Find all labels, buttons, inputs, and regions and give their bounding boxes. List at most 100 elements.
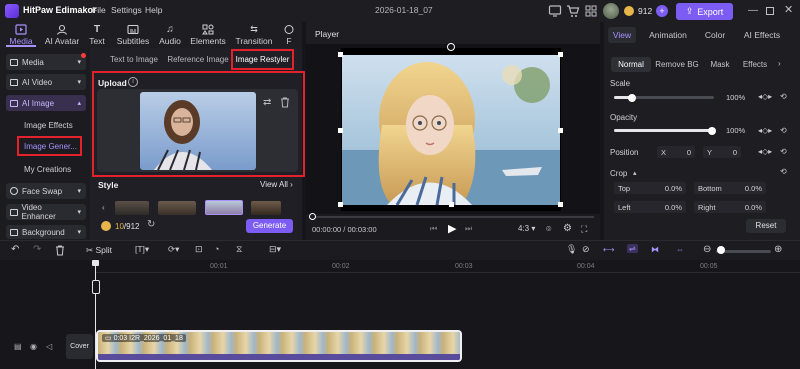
tab-image-restyler[interactable]: Image Restyler bbox=[231, 49, 294, 70]
crop-tool-icon[interactable]: ⟳▾ bbox=[168, 244, 179, 255]
subtab-remove-bg[interactable]: Remove BG bbox=[653, 57, 701, 72]
sidebar-sub-image-effects[interactable]: Image Effects bbox=[24, 121, 73, 130]
reset-button[interactable]: Reset bbox=[746, 219, 786, 233]
menu-file[interactable]: File bbox=[92, 5, 106, 15]
add-credits-button[interactable]: + bbox=[656, 5, 668, 17]
redo-icon[interactable]: ↷ bbox=[33, 244, 41, 255]
style-next-icon[interactable]: ‹ bbox=[102, 203, 105, 212]
record-icon[interactable]: ⊟▾ bbox=[269, 244, 281, 255]
cover-button[interactable]: Cover bbox=[66, 334, 93, 359]
resize-handle-top[interactable] bbox=[447, 43, 455, 51]
opacity-slider[interactable] bbox=[614, 129, 714, 132]
cart-icon[interactable] bbox=[566, 4, 580, 18]
tab-view[interactable]: View bbox=[608, 27, 636, 43]
link-icon[interactable]: ⊘ bbox=[582, 244, 590, 255]
view-all-link[interactable]: View All › bbox=[260, 180, 293, 189]
speed-icon[interactable]: ◔ bbox=[214, 244, 219, 254]
style-thumb[interactable] bbox=[251, 201, 281, 215]
keyframe-add-icon[interactable]: ◂◇▸ bbox=[758, 126, 772, 135]
tab-reference-image[interactable]: Reference Image bbox=[166, 51, 230, 68]
trash-icon[interactable] bbox=[280, 97, 290, 108]
opacity-slider-knob[interactable] bbox=[708, 127, 716, 135]
play-icon[interactable]: ▶ bbox=[448, 222, 456, 235]
resize-handle-bottom-left[interactable] bbox=[338, 202, 343, 207]
magnet-icon[interactable]: ⧓ bbox=[651, 245, 659, 254]
fit-icon[interactable]: ⇔ bbox=[676, 245, 684, 254]
grid-icon[interactable] bbox=[584, 4, 598, 18]
subtab-mask[interactable]: Mask bbox=[705, 57, 735, 72]
zoom-out-icon[interactable]: ⊖ bbox=[703, 244, 711, 255]
crop-bottom-field[interactable]: Bottom 0.0% bbox=[694, 182, 766, 194]
sidebar-sub-my-creations[interactable]: My Creations bbox=[24, 165, 71, 174]
rotate-icon[interactable]: ⊡ bbox=[195, 244, 203, 255]
snap-icon[interactable]: ⟷ bbox=[603, 245, 614, 254]
keyframe-add-icon[interactable]: ◂◇▸ bbox=[758, 147, 772, 156]
resize-handle-right[interactable] bbox=[558, 128, 563, 133]
style-thumb-selected[interactable] bbox=[205, 200, 243, 215]
playhead-handle[interactable] bbox=[92, 260, 99, 266]
aspect-ratio-select[interactable]: 4:3 ▾ bbox=[518, 224, 535, 233]
zoom-slider-knob[interactable] bbox=[717, 246, 725, 254]
playhead[interactable] bbox=[95, 260, 96, 369]
next-frame-icon[interactable]: ⏭ bbox=[465, 224, 472, 234]
fullscreen-icon[interactable]: ⛶ bbox=[581, 224, 587, 235]
resize-handle-bottom[interactable] bbox=[449, 202, 454, 207]
reset-icon[interactable]: ⟲ bbox=[780, 126, 787, 135]
sidebar-sub-image-generator[interactable]: Image Gener... bbox=[24, 142, 77, 151]
sidebar-item-face-swap[interactable]: Face Swap ▾ bbox=[6, 183, 86, 199]
progress-knob[interactable] bbox=[309, 213, 316, 220]
crop-left-field[interactable]: Left 0.0% bbox=[614, 201, 686, 213]
swap-icon[interactable]: ⇄ bbox=[263, 97, 271, 108]
mirror-icon[interactable]: ⧖ bbox=[236, 244, 242, 255]
crop-right-field[interactable]: Right 0.0% bbox=[694, 201, 766, 213]
export-button[interactable]: ⇪ Export bbox=[676, 3, 733, 20]
subtab-normal[interactable]: Normal bbox=[611, 57, 651, 72]
crop-top-field[interactable]: Top 0.0% bbox=[614, 182, 686, 194]
resize-handle-top-left[interactable] bbox=[338, 52, 343, 57]
style-thumb[interactable] bbox=[115, 201, 149, 215]
close-icon[interactable]: ✕ bbox=[784, 3, 793, 16]
undo-icon[interactable]: ↶ bbox=[11, 244, 19, 255]
resize-handle-top-right[interactable] bbox=[558, 52, 563, 57]
keyframe-add-icon[interactable]: ◂◇▸ bbox=[758, 92, 772, 101]
tool-text[interactable]: T Text bbox=[86, 22, 108, 48]
tool-audio[interactable]: ♫ Audio bbox=[157, 22, 183, 48]
sidebar-item-ai-video[interactable]: AI Video ▾ bbox=[6, 74, 86, 90]
tab-text-to-image[interactable]: Text to Image bbox=[104, 51, 164, 68]
minimize-icon[interactable]: — bbox=[748, 5, 758, 16]
tool-filters[interactable]: F bbox=[282, 22, 296, 48]
sidebar-item-background[interactable]: Background ▾ bbox=[6, 225, 86, 239]
preview-image[interactable] bbox=[342, 55, 560, 205]
settings-icon[interactable]: ⚙ bbox=[563, 223, 572, 234]
resize-handle-left[interactable] bbox=[338, 128, 343, 133]
tab-animation[interactable]: Animation bbox=[645, 27, 691, 43]
track-visibility-icon[interactable]: ◉ bbox=[30, 342, 37, 351]
sidebar-item-ai-image[interactable]: AI Image ▴ bbox=[6, 95, 86, 111]
sidebar-item-video-enhancer[interactable]: Video Enhancer ▾ bbox=[6, 203, 86, 221]
tool-ai-avatar[interactable]: AI Avatar bbox=[42, 22, 82, 48]
player-progress[interactable] bbox=[312, 216, 594, 218]
menu-settings[interactable]: Settings bbox=[111, 5, 142, 15]
sidebar-item-media[interactable]: Media ▾ bbox=[6, 54, 86, 70]
delete-icon[interactable] bbox=[55, 245, 65, 256]
info-icon[interactable]: i bbox=[128, 77, 138, 87]
subtab-effects[interactable]: Effects bbox=[739, 57, 771, 72]
position-y-field[interactable]: Y0 bbox=[703, 146, 741, 158]
playhead-marker-icon[interactable] bbox=[92, 280, 100, 294]
subtab-more-icon[interactable]: › bbox=[778, 59, 781, 68]
avatar[interactable] bbox=[603, 3, 619, 19]
track-mute-icon[interactable]: ◁ bbox=[46, 342, 52, 351]
tool-elements[interactable]: Elements bbox=[189, 22, 227, 48]
camera-icon[interactable]: ⌾ bbox=[546, 224, 551, 235]
tab-color[interactable]: Color bbox=[700, 27, 730, 43]
maximize-icon[interactable] bbox=[766, 7, 774, 15]
monitor-icon[interactable] bbox=[548, 4, 562, 18]
tool-transition[interactable]: ⇆ Transition bbox=[234, 22, 274, 48]
tool-subtitles[interactable]: Subtitles bbox=[114, 22, 152, 48]
style-thumb[interactable] bbox=[158, 201, 196, 215]
refresh-icon[interactable]: ↻ bbox=[147, 219, 155, 230]
reset-icon[interactable]: ⟲ bbox=[780, 167, 787, 176]
text-tool-icon[interactable]: [T]▾ bbox=[135, 244, 149, 255]
scale-slider-knob[interactable] bbox=[628, 94, 636, 102]
scale-value[interactable]: 100% bbox=[726, 93, 745, 102]
